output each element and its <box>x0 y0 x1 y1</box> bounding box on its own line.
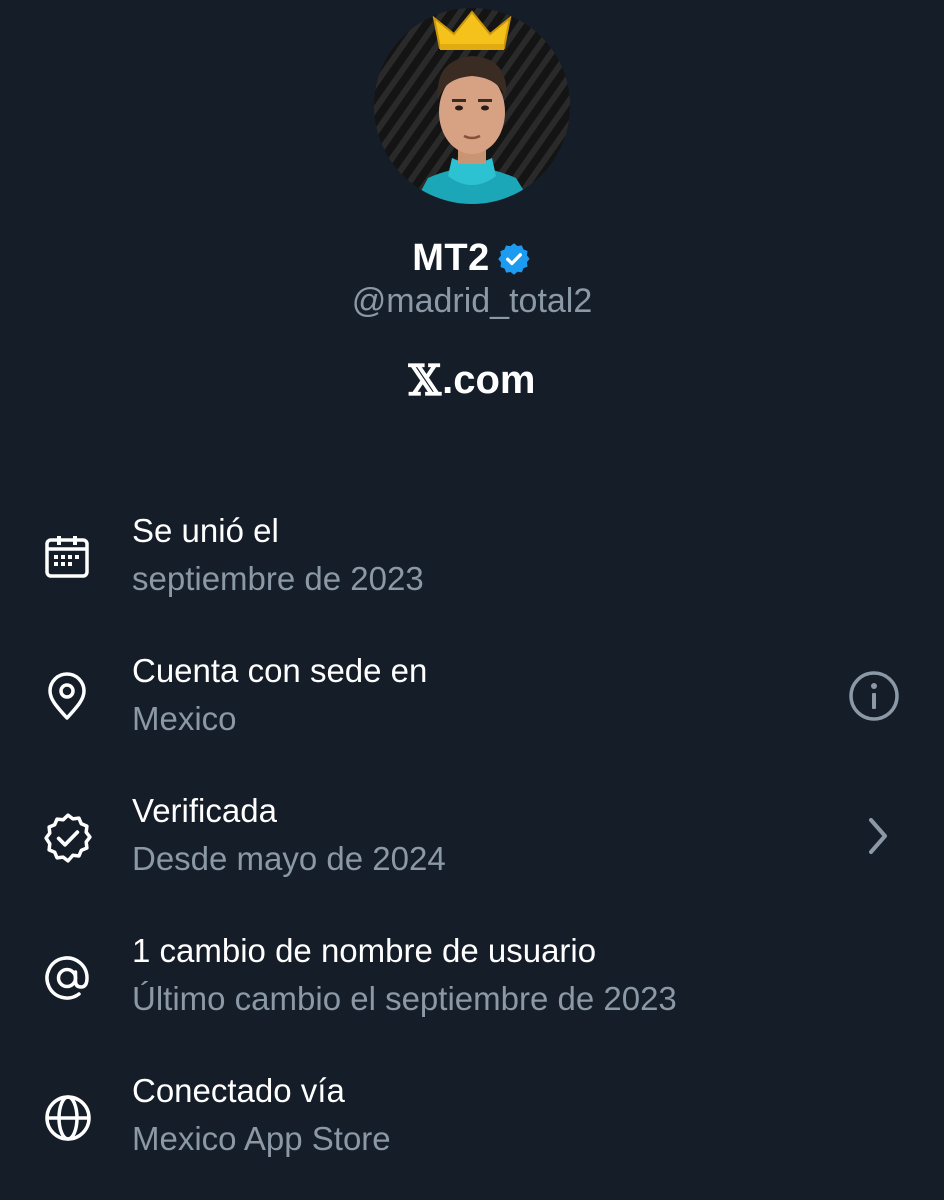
item-subtitle: Último cambio el septiembre de 2023 <box>132 980 677 1017</box>
item-title: Verificada <box>132 792 277 829</box>
item-subtitle: Mexico App Store <box>132 1120 391 1157</box>
brand-mark: 𝕏 .com <box>0 354 944 406</box>
info-icon[interactable] <box>844 666 904 726</box>
item-subtitle: Desde mayo de 2024 <box>132 840 446 877</box>
calendar-icon <box>40 530 96 586</box>
list-item-joined: Se unió el septiembre de 2023 <box>0 500 944 640</box>
item-title: Conectado vía <box>132 1072 345 1109</box>
display-name: MT2 <box>412 236 490 279</box>
item-subtitle: septiembre de 2023 <box>132 560 424 597</box>
display-name-row: MT2 <box>0 232 944 284</box>
item-title: Cuenta con sede en <box>132 652 428 689</box>
item-title: Se unió el <box>132 512 279 549</box>
location-pin-icon <box>40 670 96 726</box>
avatar[interactable] <box>374 8 570 204</box>
brand-suffix: .com <box>442 357 536 402</box>
list-item-username-changes: 1 cambio de nombre de usuario Último cam… <box>0 920 944 1060</box>
verified-badge-icon[interactable] <box>496 241 532 277</box>
handle: @madrid_total2 <box>351 282 593 320</box>
list-item-verified[interactable]: Verificada Desde mayo de 2024 <box>0 780 944 920</box>
list-item-connected-via: Conectado vía Mexico App Store <box>0 1060 944 1200</box>
item-title: 1 cambio de nombre de usuario <box>132 932 597 969</box>
item-subtitle: Mexico <box>132 700 237 737</box>
x-logo-icon: 𝕏 <box>408 355 442 405</box>
verified-outline-icon <box>40 810 96 866</box>
about-list: Se unió el septiembre de 2023 Cuenta con… <box>0 500 944 1200</box>
profile-photo <box>374 8 570 204</box>
globe-icon <box>40 1090 96 1146</box>
chevron-right-icon[interactable] <box>844 806 904 866</box>
list-item-location: Cuenta con sede en Mexico <box>0 640 944 780</box>
at-sign-icon <box>40 950 96 1006</box>
